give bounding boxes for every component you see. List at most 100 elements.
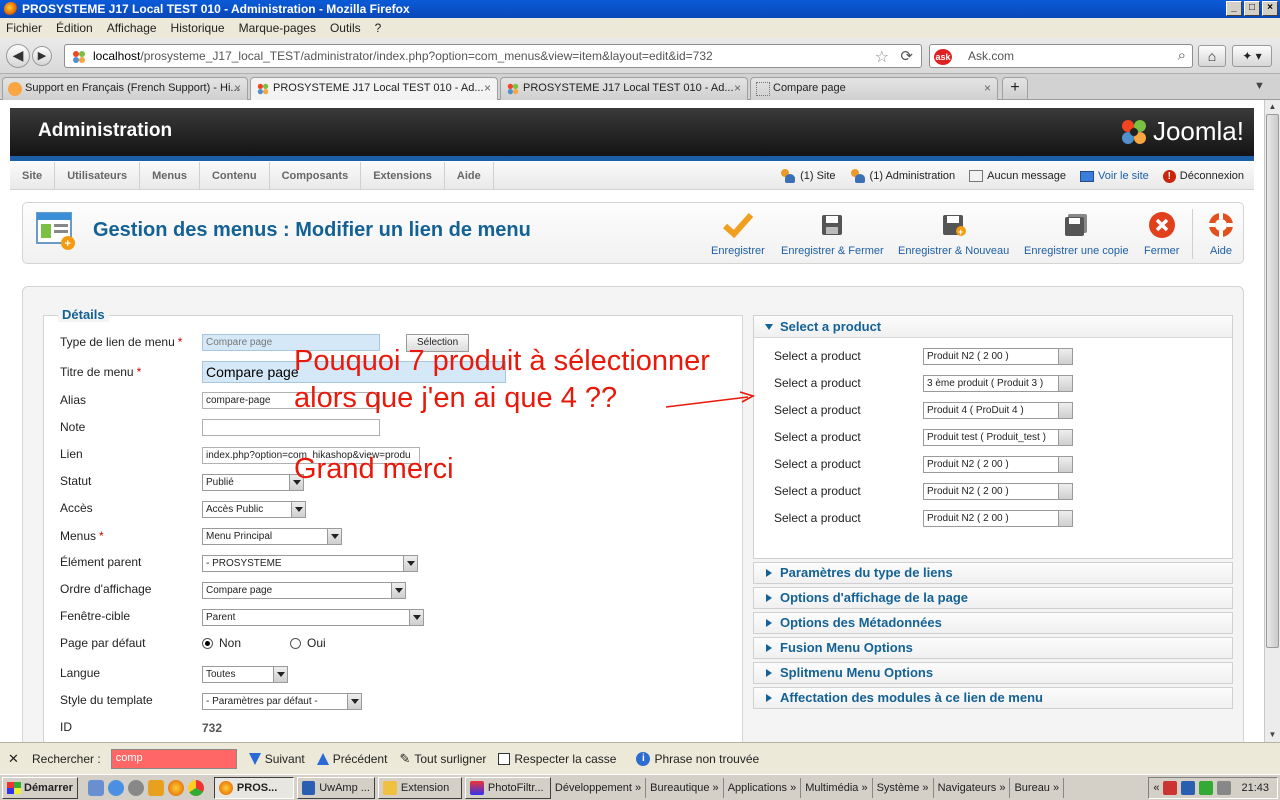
clock[interactable]: 21:43 bbox=[1241, 782, 1269, 794]
tab-compare-page[interactable]: Compare page × bbox=[750, 77, 998, 100]
toolbar-multimedia[interactable]: Multimédia » bbox=[805, 777, 873, 798]
menu-menus[interactable]: Menus bbox=[140, 161, 200, 190]
product-select[interactable]: Produit N2 ( 2 00 ) bbox=[923, 456, 1073, 473]
find-prev-button[interactable]: Précédent bbox=[316, 752, 387, 766]
menu-outils[interactable]: Outils bbox=[330, 21, 361, 35]
ask-engine-icon[interactable]: ask bbox=[934, 49, 952, 65]
tab-close-icon[interactable]: × bbox=[984, 78, 991, 99]
quicklaunch-chrome-icon[interactable] bbox=[187, 779, 204, 796]
radio-selected[interactable] bbox=[202, 638, 213, 650]
tray-uwamp-icon[interactable] bbox=[1181, 781, 1196, 795]
toolbar-navigateurs[interactable]: Navigateurs » bbox=[938, 777, 1011, 798]
save-close-button[interactable]: Enregistrer & Fermer bbox=[781, 209, 884, 257]
save-copy-button[interactable]: Enregistrer une copie bbox=[1024, 209, 1129, 257]
scroll-down-icon[interactable]: ▼ bbox=[1265, 728, 1280, 742]
match-case-checkbox[interactable]: Respecter la casse bbox=[498, 752, 616, 766]
lang-select[interactable]: Toutes bbox=[202, 666, 288, 683]
status-select[interactable]: Publié bbox=[202, 474, 304, 491]
tab-close-icon[interactable]: × bbox=[484, 78, 491, 99]
reload-icon[interactable]: ⟳ bbox=[900, 47, 913, 65]
logout-link[interactable]: ! Déconnexion bbox=[1162, 169, 1244, 183]
order-select[interactable]: Compare page bbox=[202, 582, 406, 599]
parent-select[interactable]: - PROSYSTEME bbox=[202, 555, 418, 572]
bookmark-star-icon[interactable]: ☆ bbox=[875, 47, 889, 67]
menu-contenu[interactable]: Contenu bbox=[200, 161, 270, 190]
panel-fusion-menu[interactable]: Fusion Menu Options bbox=[753, 637, 1233, 659]
tab-close-icon[interactable]: × bbox=[734, 78, 741, 99]
menu-composants[interactable]: Composants bbox=[270, 161, 362, 190]
checkbox-icon[interactable] bbox=[498, 752, 511, 765]
menu-help[interactable]: ? bbox=[375, 21, 382, 35]
menu-utilisateurs[interactable]: Utilisateurs bbox=[55, 161, 141, 190]
radio-unselected[interactable] bbox=[290, 638, 301, 650]
toolbar-systeme[interactable]: Système » bbox=[877, 777, 934, 798]
quicklaunch-globe-icon[interactable] bbox=[107, 779, 124, 796]
scroll-thumb[interactable] bbox=[1266, 114, 1279, 648]
default-radio-yes[interactable]: Oui bbox=[290, 636, 326, 650]
quicklaunch-settings-icon[interactable] bbox=[127, 779, 144, 796]
tab-close-icon[interactable]: × bbox=[234, 78, 241, 99]
product-select[interactable]: Produit N2 ( 2 00 ) bbox=[923, 483, 1073, 500]
back-button[interactable]: ◀ bbox=[6, 43, 30, 68]
task-photofiltre[interactable]: PhotoFiltr... bbox=[464, 776, 551, 799]
tray-pdf-icon[interactable] bbox=[1163, 781, 1178, 795]
product-select[interactable]: Produit 4 ( ProDuit 4 ) bbox=[923, 402, 1073, 419]
home-button[interactable]: ⌂ bbox=[1198, 45, 1226, 67]
task-uwamp[interactable]: UwAmp ... bbox=[296, 776, 375, 799]
start-button[interactable]: Démarrer bbox=[2, 776, 78, 799]
close-window-button[interactable]: × bbox=[1262, 1, 1278, 16]
menu-extensions[interactable]: Extensions bbox=[361, 161, 445, 190]
tray-volume-icon[interactable] bbox=[1217, 781, 1232, 795]
find-next-button[interactable]: Suivant bbox=[248, 752, 305, 766]
quicklaunch-desktop-icon[interactable] bbox=[87, 779, 104, 796]
product-select[interactable]: Produit test ( Produit_test ) bbox=[923, 429, 1073, 446]
page-scrollbar[interactable]: ▲ ▼ bbox=[1264, 100, 1280, 742]
menu-historique[interactable]: Historique bbox=[171, 21, 225, 35]
access-select[interactable]: Accès Public bbox=[202, 501, 306, 518]
new-tab-button[interactable]: + bbox=[1002, 77, 1028, 100]
menus-select[interactable]: Menu Principal bbox=[202, 528, 342, 545]
toolbar-developpement[interactable]: Développement » bbox=[555, 777, 647, 798]
note-field[interactable] bbox=[202, 419, 380, 436]
task-extension[interactable]: Extension bbox=[377, 776, 462, 799]
panel-metadata[interactable]: Options des Métadonnées bbox=[753, 612, 1233, 634]
tab-list-icon[interactable]: ▼ bbox=[1254, 80, 1265, 92]
save-button[interactable]: Enregistrer bbox=[711, 209, 765, 257]
panel-splitmenu[interactable]: Splitmenu Menu Options bbox=[753, 662, 1233, 684]
menu-marque-pages[interactable]: Marque-pages bbox=[239, 21, 316, 35]
status-messages[interactable]: Aucun message bbox=[969, 170, 1066, 182]
search-bar[interactable]: ask Ask.com ⌕ bbox=[929, 44, 1193, 68]
target-select[interactable]: Parent bbox=[202, 609, 424, 626]
forward-button[interactable]: ▶ bbox=[32, 45, 52, 66]
minimize-button[interactable]: _ bbox=[1226, 1, 1242, 16]
menu-site[interactable]: Site bbox=[10, 161, 56, 190]
tab-prosysteme-1[interactable]: PROSYSTEME J17 Local TEST 010 - Ad... × bbox=[250, 77, 498, 100]
highlight-all-button[interactable]: ✎ Tout surligner bbox=[399, 751, 486, 767]
url-bar[interactable]: localhost/prosysteme_J17_local_TEST/admi… bbox=[64, 44, 922, 68]
task-firefox[interactable]: PROS... bbox=[213, 776, 294, 799]
close-button[interactable]: Fermer bbox=[1144, 209, 1179, 257]
style-select[interactable]: - Paramètres par défaut - bbox=[202, 693, 362, 710]
quicklaunch-firefox-icon[interactable] bbox=[167, 779, 184, 796]
tray-network-icon[interactable] bbox=[1199, 781, 1214, 795]
default-radio-no[interactable]: Non bbox=[202, 636, 241, 650]
quicklaunch-app-icon[interactable] bbox=[147, 779, 164, 796]
tab-prosysteme-2[interactable]: PROSYSTEME J17 Local TEST 010 - Ad... × bbox=[500, 77, 748, 100]
addon-button[interactable]: ✦ ▾ bbox=[1232, 45, 1272, 67]
menu-edition[interactable]: Édition bbox=[56, 21, 93, 35]
menu-affichage[interactable]: Affichage bbox=[107, 21, 157, 35]
save-new-button[interactable]: + Enregistrer & Nouveau bbox=[898, 209, 1009, 257]
select-product-header[interactable]: Select a product bbox=[754, 316, 1232, 338]
help-button[interactable]: Aide bbox=[1205, 209, 1237, 257]
product-select[interactable]: Produit N2 ( 2 00 ) bbox=[923, 510, 1073, 527]
find-close-icon[interactable]: ✕ bbox=[8, 751, 22, 767]
tray-expand-icon[interactable]: « bbox=[1153, 782, 1159, 794]
toolbar-bureautique[interactable]: Bureautique » bbox=[650, 777, 724, 798]
menu-aide[interactable]: Aide bbox=[445, 161, 494, 190]
product-select[interactable]: Produit N2 ( 2 00 ) bbox=[923, 348, 1073, 365]
panel-page-display[interactable]: Options d'affichage de la page bbox=[753, 587, 1233, 609]
toolbar-bureau[interactable]: Bureau » bbox=[1014, 777, 1065, 798]
panel-link-type-params[interactable]: Paramètres du type de liens bbox=[753, 562, 1233, 584]
maximize-button[interactable]: □ bbox=[1244, 1, 1260, 16]
view-site-link[interactable]: Voir le site bbox=[1080, 170, 1149, 182]
